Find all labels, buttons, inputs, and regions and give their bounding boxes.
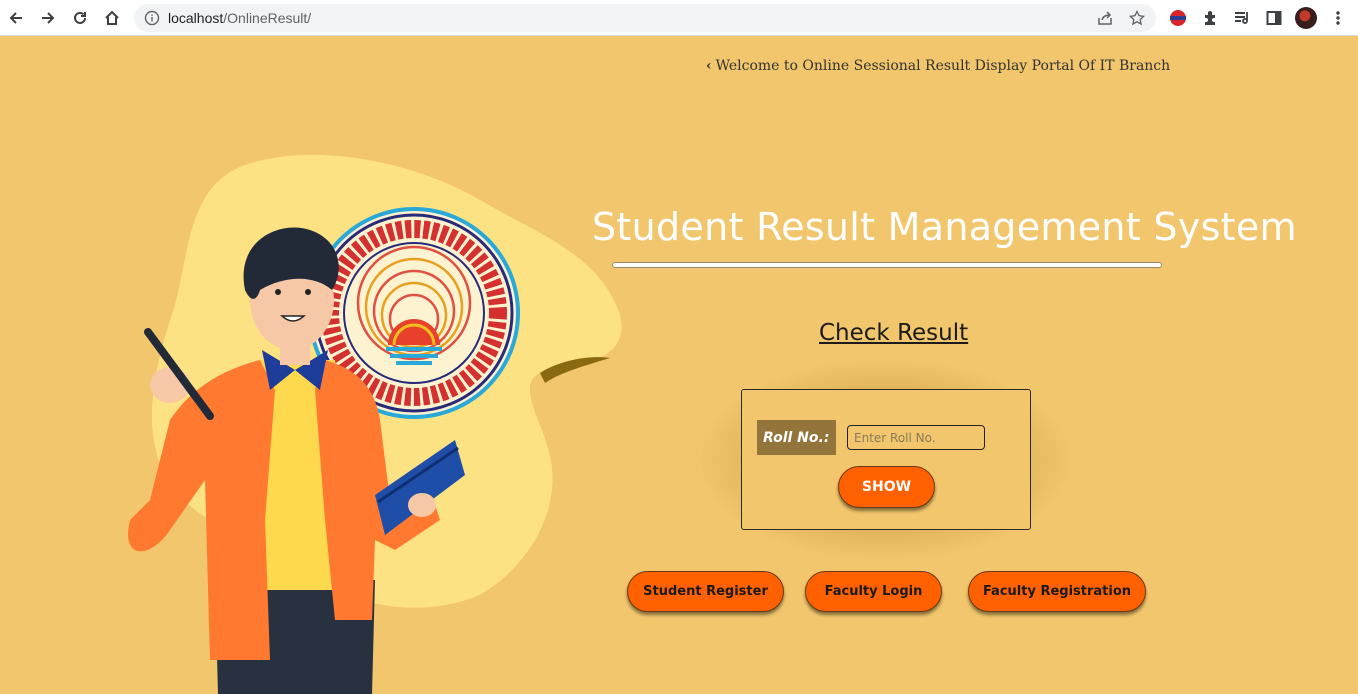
title-underline bbox=[612, 262, 1162, 268]
reload-icon[interactable] bbox=[68, 6, 92, 30]
student-illustration bbox=[128, 227, 465, 694]
media-queue-icon[interactable] bbox=[1232, 8, 1252, 28]
forward-arrow-icon[interactable] bbox=[36, 6, 60, 30]
chevron-left-icon: ‹ bbox=[706, 58, 712, 74]
side-panel-icon[interactable] bbox=[1264, 8, 1284, 28]
site-info-icon[interactable] bbox=[144, 10, 160, 30]
roll-number-input[interactable] bbox=[847, 425, 985, 450]
result-form bbox=[741, 389, 1031, 530]
roll-number-label: Roll No.: bbox=[757, 420, 836, 455]
faculty-registration-button[interactable]: Faculty Registration bbox=[968, 571, 1146, 612]
extensions-puzzle-icon[interactable] bbox=[1200, 8, 1220, 28]
bookmark-star-icon[interactable] bbox=[1128, 9, 1146, 27]
show-button[interactable]: SHOW bbox=[838, 466, 935, 508]
menu-dots-icon[interactable] bbox=[1328, 8, 1348, 28]
check-result-heading: Check Result bbox=[819, 320, 969, 346]
welcome-text: ‹ Welcome to Online Sessional Result Disp… bbox=[706, 58, 1171, 74]
faculty-login-button[interactable]: Faculty Login bbox=[805, 571, 942, 612]
url-text: localhost/OnlineResult/ bbox=[168, 10, 312, 26]
page-title: Student Result Management System bbox=[592, 205, 1297, 249]
extension-red-icon[interactable] bbox=[1168, 8, 1188, 28]
browser-toolbar: localhost/OnlineResult/ bbox=[0, 0, 1358, 36]
student-register-button[interactable]: Student Register bbox=[627, 571, 784, 612]
home-icon[interactable] bbox=[100, 6, 124, 30]
share-icon[interactable] bbox=[1096, 9, 1114, 27]
back-arrow-icon[interactable] bbox=[4, 6, 28, 30]
profile-avatar[interactable] bbox=[1295, 7, 1317, 29]
address-bar[interactable]: localhost/OnlineResult/ bbox=[134, 4, 1156, 32]
